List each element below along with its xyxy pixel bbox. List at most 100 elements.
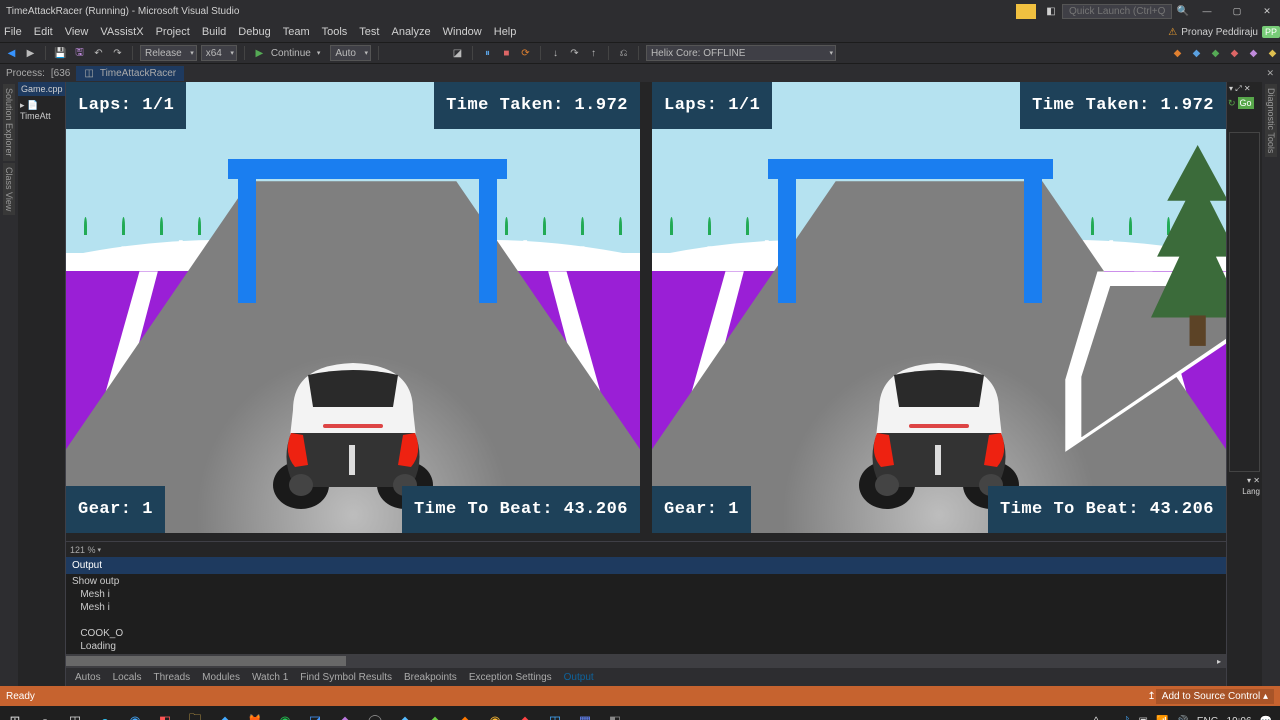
tray-clock[interactable]: 19:06 xyxy=(1227,716,1252,720)
config-dropdown[interactable]: Release xyxy=(140,45,197,61)
app-icon[interactable]: ◉ xyxy=(120,706,150,720)
tool-icon-b[interactable]: ⎌ xyxy=(616,46,631,61)
debug-close-icon[interactable]: ✕ xyxy=(1260,68,1280,79)
whatsapp-icon[interactable]: ◉ xyxy=(270,706,300,720)
nav-back-icon[interactable]: ◀ xyxy=(4,46,19,61)
app-icon[interactable]: ◆ xyxy=(420,706,450,720)
user-avatar[interactable]: PP xyxy=(1262,26,1280,38)
minimize-button[interactable]: — xyxy=(1194,2,1220,20)
edge-icon[interactable]: e xyxy=(90,706,120,720)
continue-label[interactable]: Continue xyxy=(271,48,311,59)
pause-icon[interactable]: ⏸ xyxy=(480,46,495,61)
step-over-icon[interactable]: ↷ xyxy=(567,46,582,61)
continue-icon[interactable]: ▶ xyxy=(252,46,267,61)
tray-notifications-icon[interactable]: 💬 xyxy=(1260,716,1272,720)
taskbar-search-icon[interactable]: ⌕ xyxy=(30,706,60,720)
app-icon[interactable]: ◆ xyxy=(510,706,540,720)
restart-icon[interactable]: ⟳ xyxy=(518,46,533,61)
tab-watch1[interactable]: Watch 1 xyxy=(247,670,293,685)
maximize-button[interactable]: ▢ xyxy=(1224,2,1250,20)
notification-badge-icon[interactable] xyxy=(1016,4,1036,19)
tab-modules[interactable]: Modules xyxy=(197,670,245,685)
tab-output[interactable]: Output xyxy=(559,670,599,685)
tool-icon-a[interactable]: ◪ xyxy=(450,46,465,61)
rail-class-view[interactable]: Class View xyxy=(3,163,15,215)
undo-icon[interactable]: ↶ xyxy=(91,46,106,61)
tab-find-symbol[interactable]: Find Symbol Results xyxy=(295,670,397,685)
vs-icon[interactable]: ◆ xyxy=(330,706,360,720)
project-node[interactable]: ▸ 📄 TimeAtt xyxy=(20,100,63,121)
app-icon[interactable]: ◪ xyxy=(300,706,330,720)
search-icon[interactable]: 🔍 xyxy=(1176,6,1190,17)
tray-shield-icon[interactable]: ▣ xyxy=(1138,716,1147,720)
menu-window[interactable]: Window xyxy=(443,26,482,38)
tray-cloud-icon[interactable]: ☁ xyxy=(1106,716,1116,720)
tab-autos[interactable]: Autos xyxy=(70,670,106,685)
horizontal-scrollbar[interactable]: ▸ xyxy=(66,654,1226,668)
rail-diagnostic-tools[interactable]: Diagnostic Tools xyxy=(1265,84,1277,157)
stop-icon[interactable]: ■ xyxy=(499,46,514,61)
start-button[interactable]: ⊞ xyxy=(0,706,30,720)
tab-locals[interactable]: Locals xyxy=(108,670,147,685)
app-icon[interactable]: ◆ xyxy=(450,706,480,720)
step-into-icon[interactable]: ↓ xyxy=(548,46,563,61)
game-render-window[interactable]: Laps: 1/1 Time Taken: 1.972 Gear: 1 Time… xyxy=(66,82,1226,541)
menu-project[interactable]: Project xyxy=(156,26,190,38)
tray-volume-icon[interactable]: 🔊 xyxy=(1176,716,1188,720)
ext-icon-4[interactable]: ◆ xyxy=(1227,46,1242,61)
debug-target-tab[interactable]: ◫ TimeAttackRacer xyxy=(76,66,184,81)
feedback-icon[interactable]: ◧ xyxy=(1044,6,1058,17)
task-view-icon[interactable]: ◫ xyxy=(60,706,90,720)
menu-debug[interactable]: Debug xyxy=(238,26,270,38)
app-icon[interactable]: ◆ xyxy=(210,706,240,720)
menu-analyze[interactable]: Analyze xyxy=(391,26,430,38)
ext-icon-6[interactable]: ◆ xyxy=(1265,46,1280,61)
close-button[interactable]: ✕ xyxy=(1254,2,1280,20)
menu-test[interactable]: Test xyxy=(359,26,379,38)
warning-icon[interactable]: ⚠ xyxy=(1168,27,1177,38)
add-to-source-control[interactable]: Add to Source Control ▴ xyxy=(1156,689,1274,704)
menu-help[interactable]: Help xyxy=(494,26,517,38)
rail-solution-explorer[interactable]: Solution Explorer xyxy=(3,84,15,161)
ext-icon-1[interactable]: ◆ xyxy=(1170,46,1185,61)
tray-bluetooth-icon[interactable]: ᛒ xyxy=(1124,716,1130,720)
menu-build[interactable]: Build xyxy=(202,26,226,38)
firefox-icon[interactable]: 🦊 xyxy=(240,706,270,720)
frame-dropdown[interactable]: Auto xyxy=(330,45,371,61)
user-name[interactable]: Pronay Peddiraju xyxy=(1181,27,1258,38)
tray-lang[interactable]: ENG xyxy=(1197,716,1219,720)
platform-dropdown[interactable]: x64 xyxy=(201,45,237,61)
zoom-level[interactable]: 121 % xyxy=(70,545,96,555)
tray-chevron-icon[interactable]: ^ xyxy=(1094,716,1099,720)
save-all-icon[interactable]: 🖫 xyxy=(72,46,87,61)
tab-breakpoints[interactable]: Breakpoints xyxy=(399,670,462,685)
menu-vassistx[interactable]: VAssistX xyxy=(100,26,143,38)
output-panel-title[interactable]: Output xyxy=(66,557,1226,574)
publish-icon[interactable]: ↥ xyxy=(1147,691,1155,702)
app-icon[interactable]: ◧ xyxy=(600,706,630,720)
menu-tools[interactable]: Tools xyxy=(322,26,348,38)
unreal-icon[interactable]: ◯ xyxy=(360,706,390,720)
menu-file[interactable]: File xyxy=(4,26,22,38)
menu-team[interactable]: Team xyxy=(283,26,310,38)
ext-icon-3[interactable]: ◆ xyxy=(1208,46,1223,61)
go-button[interactable]: Go xyxy=(1238,97,1254,109)
app-icon[interactable]: ◆ xyxy=(390,706,420,720)
app-icon[interactable]: ▦ xyxy=(570,706,600,720)
redo-icon[interactable]: ↷ xyxy=(110,46,125,61)
tab-threads[interactable]: Threads xyxy=(148,670,195,685)
explorer-icon[interactable]: 🗀 xyxy=(180,706,210,720)
menu-edit[interactable]: Edit xyxy=(34,26,53,38)
ext-icon-2[interactable]: ◆ xyxy=(1189,46,1204,61)
chrome-icon[interactable]: ◉ xyxy=(480,706,510,720)
step-out-icon[interactable]: ↑ xyxy=(586,46,601,61)
tab-exception-settings[interactable]: Exception Settings xyxy=(464,670,557,685)
menu-view[interactable]: View xyxy=(65,26,89,38)
app-icon[interactable]: ◫ xyxy=(540,706,570,720)
save-icon[interactable]: 💾 xyxy=(53,46,68,61)
quick-launch-input[interactable] xyxy=(1062,4,1172,19)
tray-wifi-icon[interactable]: 📶 xyxy=(1156,716,1168,720)
helix-status[interactable]: Helix Core: OFFLINE xyxy=(646,45,836,61)
ext-icon-5[interactable]: ◆ xyxy=(1246,46,1261,61)
doc-tab-game[interactable]: Game.cpp xyxy=(18,82,65,96)
